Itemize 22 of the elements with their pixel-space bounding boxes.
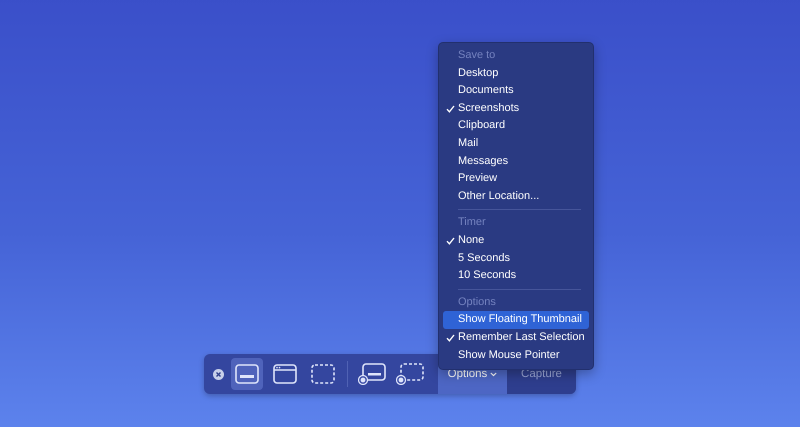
menu-item[interactable]: Other Location... <box>443 188 589 206</box>
menu-item[interactable]: 5 Seconds <box>443 250 589 268</box>
menu-item[interactable]: Screenshots <box>443 100 589 118</box>
screen-tool-button[interactable] <box>231 358 263 390</box>
menu-item[interactable]: Preview <box>443 170 589 188</box>
checkmark-icon <box>446 104 455 113</box>
menu-section-heading: Options <box>457 294 497 310</box>
checkmark-icon <box>446 334 455 342</box>
menu-item[interactable]: Clipboard <box>443 117 589 135</box>
menu-item[interactable]: Desktop <box>443 64 589 82</box>
checkmark-icon <box>446 236 455 245</box>
menu-item[interactable]: Messages <box>443 152 589 170</box>
menu-item[interactable]: Documents <box>443 82 589 100</box>
menu-item[interactable]: None <box>443 232 589 250</box>
menu-section-heading: Save to <box>457 48 496 63</box>
chevron-down-icon <box>490 372 498 376</box>
menu-section-heading: Timer <box>457 215 487 230</box>
close-button[interactable] <box>213 368 224 380</box>
menu-item[interactable]: 10 Seconds <box>443 267 589 285</box>
menu-item[interactable]: Show Floating Thumbnail <box>443 311 589 329</box>
menu-item[interactable]: Remember Last Selection <box>443 328 589 346</box>
menu-item[interactable]: Mail <box>443 134 589 153</box>
